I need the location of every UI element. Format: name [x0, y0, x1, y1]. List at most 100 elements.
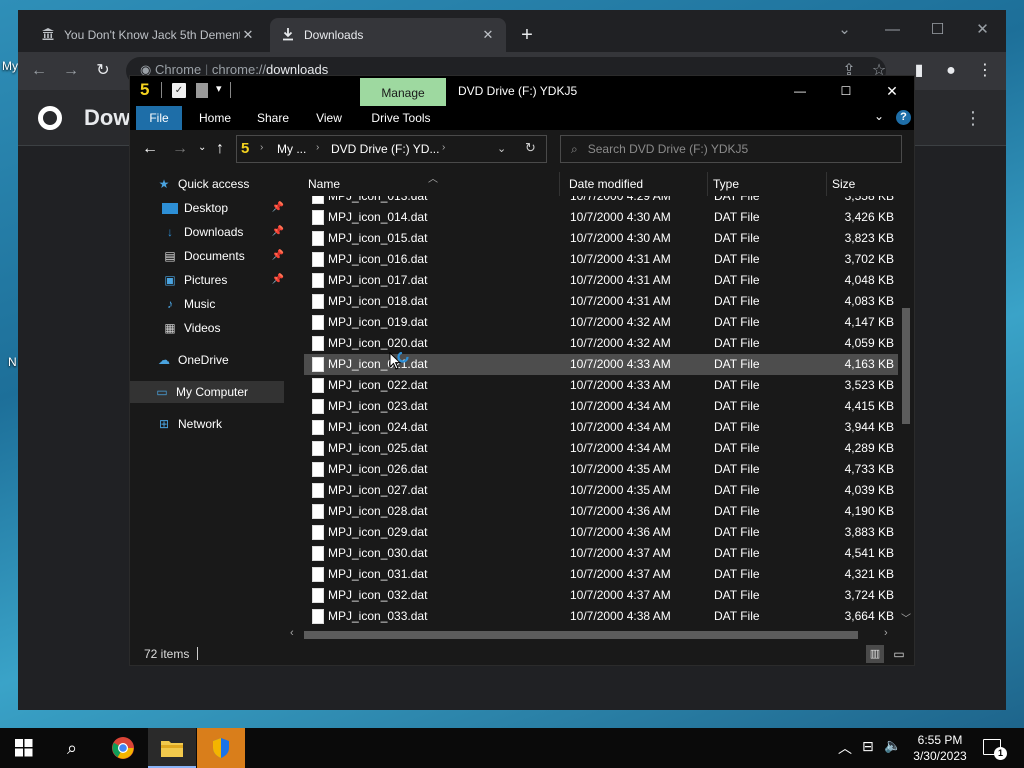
file-row[interactable]: MPJ_icon_020.dat 10/7/2000 4:32 AM DAT Fil… [304, 333, 898, 354]
file-row[interactable]: MPJ_icon_024.dat 10/7/2000 4:34 AM DAT Fil… [304, 417, 898, 438]
tab-ydkj[interactable]: You Don't Know Jack 5th Dementi ✕ [30, 18, 266, 52]
column-header-date[interactable]: Date modified [565, 172, 708, 196]
clock-date[interactable]: 3/30/2023 [910, 749, 970, 763]
file-row[interactable]: MPJ_icon_029.dat 10/7/2000 4:36 AM DAT Fil… [304, 522, 898, 543]
tab-share[interactable]: Share [250, 106, 296, 130]
file-row[interactable]: MPJ_icon_033.dat 10/7/2000 4:38 AM DAT Fil… [304, 606, 898, 627]
search-icon[interactable]: ⌕ [48, 728, 96, 768]
tab-home[interactable]: Home [192, 106, 238, 130]
file-row[interactable]: MPJ_icon_016.dat 10/7/2000 4:31 AM DAT Fil… [304, 249, 898, 270]
minimize-button[interactable]: — [870, 16, 915, 44]
nav-item-videos[interactable]: ▦ Videos [162, 317, 284, 339]
clock-time[interactable]: 6:55 PM [916, 733, 964, 747]
file-row[interactable]: MPJ_icon_022.dat 10/7/2000 4:33 AM DAT Fil… [304, 375, 898, 396]
recent-locations-icon[interactable]: ⌄ [198, 142, 206, 153]
refresh-icon[interactable]: ↻ [525, 140, 536, 156]
chrome-taskbar-icon[interactable] [99, 728, 147, 768]
maximize-button[interactable]: ☐ [828, 79, 864, 103]
breadcrumb-dvd-drive[interactable]: DVD Drive (F:) YD... [331, 142, 439, 156]
scrollbar-thumb[interactable] [304, 631, 858, 639]
file-explorer-taskbar-icon[interactable] [148, 728, 196, 768]
file-row[interactable]: MPJ_icon_015.dat 10/7/2000 4:30 AM DAT Fil… [304, 228, 898, 249]
file-row[interactable]: MPJ_icon_032.dat 10/7/2000 4:37 AM DAT Fil… [304, 585, 898, 606]
file-row[interactable]: MPJ_icon_023.dat 10/7/2000 4:34 AM DAT Fil… [304, 396, 898, 417]
tab-view[interactable]: View [306, 106, 352, 130]
up-icon[interactable]: ↑ [216, 140, 224, 158]
expand-ribbon-icon[interactable]: ⌄ [874, 109, 884, 123]
volume-icon[interactable]: 🔈 [884, 737, 901, 754]
pin-icon[interactable]: 📌 [272, 269, 284, 291]
file-row[interactable]: MPJ_icon_030.dat 10/7/2000 4:37 AM DAT Fil… [304, 543, 898, 564]
file-row[interactable]: MPJ_icon_014.dat 10/7/2000 4:30 AM DAT Fil… [304, 207, 898, 228]
new-tab-button[interactable]: + [514, 22, 540, 48]
minimize-button[interactable]: — [782, 79, 818, 103]
file-row[interactable]: MPJ_icon_017.dat 10/7/2000 4:31 AM DAT Fil… [304, 270, 898, 291]
back-icon[interactable]: ← [26, 58, 52, 84]
close-button[interactable]: ✕ [874, 79, 910, 103]
dat-file-icon [312, 315, 324, 330]
nav-my-computer[interactable]: ▭ My Computer [130, 381, 284, 403]
horizontal-scrollbar[interactable]: ‹ › [288, 627, 898, 643]
show-hidden-icons-icon[interactable]: ︿ [838, 738, 852, 758]
address-bar[interactable]: 5 › My ... › DVD Drive (F:) YD... › ⌄ ↻ [236, 135, 547, 163]
forward-icon[interactable]: → [172, 140, 188, 158]
manage-context-tab[interactable]: Manage [360, 78, 446, 106]
new-folder-qat-icon[interactable] [196, 83, 208, 98]
nav-network[interactable]: ⊞ Network [156, 413, 284, 435]
nav-item-documents[interactable]: ▤ Documents 📌 [162, 245, 284, 267]
details-view-icon[interactable]: ▥ [866, 645, 884, 663]
file-row[interactable]: MPJ_icon_019.dat 10/7/2000 4:32 AM DAT Fil… [304, 312, 898, 333]
file-name: MPJ_icon_020.dat [328, 336, 428, 350]
profile-icon[interactable]: ● [938, 58, 964, 84]
scroll-right-icon[interactable]: › [884, 627, 888, 639]
nav-item-music[interactable]: ♪ Music [162, 293, 284, 315]
menu-dots-icon[interactable]: ⋮ [972, 58, 998, 84]
more-actions-icon[interactable]: ⋮ [964, 108, 982, 129]
search-input[interactable]: ⌕ Search DVD Drive (F:) YDKJ5 [560, 135, 902, 163]
search-placeholder: Search DVD Drive (F:) YDKJ5 [587, 142, 749, 156]
close-button[interactable]: ✕ [960, 16, 1005, 44]
tab-file[interactable]: File [136, 106, 182, 130]
file-row[interactable]: MPJ_icon_018.dat 10/7/2000 4:31 AM DAT Fil… [304, 291, 898, 312]
breadcrumb-my-computer[interactable]: My ... [277, 142, 306, 156]
file-row[interactable]: MPJ_icon_025.dat 10/7/2000 4:34 AM DAT Fil… [304, 438, 898, 459]
nav-quick-access[interactable]: ★ Quick access [156, 173, 284, 195]
file-row[interactable]: MPJ_icon_026.dat 10/7/2000 4:35 AM DAT Fil… [304, 459, 898, 480]
column-header-type[interactable]: Type [709, 172, 827, 196]
scrollbar-thumb[interactable] [902, 308, 910, 424]
pin-icon[interactable]: 📌 [272, 197, 284, 219]
tab-drive-tools[interactable]: Drive Tools [366, 106, 436, 130]
file-row[interactable]: MPJ_icon_031.dat 10/7/2000 4:37 AM DAT Fil… [304, 564, 898, 585]
close-icon[interactable]: ✕ [480, 27, 496, 43]
nav-item-pictures[interactable]: ▣ Pictures 📌 [162, 269, 284, 291]
large-icons-view-icon[interactable]: ▭ [890, 645, 908, 663]
file-date-modified: 10/7/2000 4:31 AM [570, 273, 671, 287]
address-dropdown-icon[interactable]: ⌄ [497, 142, 506, 155]
pin-icon[interactable]: 📌 [272, 221, 284, 243]
help-icon[interactable]: ? [896, 110, 911, 125]
maximize-button[interactable]: ☐ [915, 16, 960, 44]
desktop-icon-label-my[interactable]: My [2, 59, 18, 73]
scroll-down-icon[interactable]: ﹀ [901, 610, 911, 625]
start-button[interactable] [0, 728, 48, 768]
nav-item-downloads[interactable]: ↓ Downloads 📌 [162, 221, 284, 243]
back-icon[interactable]: ← [142, 140, 158, 158]
vertical-scrollbar[interactable]: ︿ ﹀ [898, 172, 914, 627]
file-row[interactable]: MPJ_icon_028.dat 10/7/2000 4:36 AM DAT Fil… [304, 501, 898, 522]
reload-icon[interactable]: ↻ [90, 58, 116, 84]
properties-qat-icon[interactable]: ✓ [172, 83, 186, 98]
close-icon[interactable]: ✕ [240, 27, 256, 43]
tab-search-icon[interactable]: ⌄ [822, 16, 867, 44]
customize-qat-icon[interactable]: ▾ [216, 82, 222, 95]
column-header-size[interactable]: Size [828, 172, 898, 196]
nav-item-desktop[interactable]: Desktop 📌 [162, 197, 284, 219]
tab-downloads[interactable]: Downloads ✕ [270, 18, 506, 52]
scroll-left-icon[interactable]: ‹ [290, 627, 294, 639]
security-shield-taskbar-icon[interactable] [197, 728, 245, 768]
nav-onedrive[interactable]: ☁ OneDrive [156, 349, 284, 371]
pin-icon[interactable]: 📌 [272, 245, 284, 267]
desktop-icon-label-n[interactable]: N [8, 355, 17, 369]
network-tray-icon[interactable]: ⊟ [862, 738, 874, 755]
forward-icon[interactable]: → [58, 58, 84, 84]
file-row[interactable]: MPJ_icon_027.dat 10/7/2000 4:35 AM DAT Fil… [304, 480, 898, 501]
